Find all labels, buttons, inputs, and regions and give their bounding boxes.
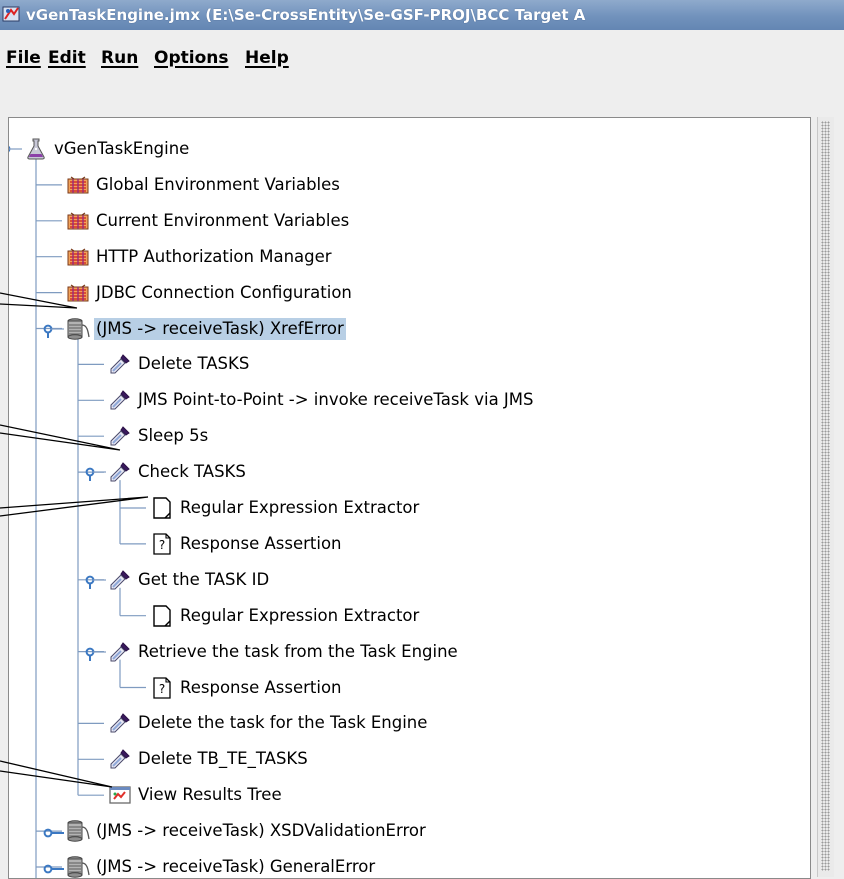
toolbar-area xyxy=(0,80,844,110)
tree-node[interactable]: ? Response Assertion xyxy=(9,530,799,558)
expanded-handle-icon[interactable] xyxy=(42,323,64,338)
tree-node[interactable]: Sleep 5s xyxy=(9,422,799,450)
menu-options[interactable]: Options xyxy=(154,48,228,68)
thread-group-spool-icon xyxy=(66,317,90,341)
tree-node[interactable]: ? Response Assertion xyxy=(9,674,799,702)
collapsed-handle-icon[interactable] xyxy=(42,861,64,875)
menu-run[interactable]: Run xyxy=(101,48,138,68)
tree-node-label: Delete TB_TE_TASKS xyxy=(138,749,308,769)
tree-node[interactable]: HTTP Authorization Manager xyxy=(9,243,799,271)
tree-node-label: Response Assertion xyxy=(180,677,342,697)
tree-node-label: JMS Point-to-Point -> invoke receiveTask… xyxy=(138,390,534,410)
flask-icon xyxy=(24,137,48,161)
tree-node[interactable]: Delete the task for the Task Engine xyxy=(9,709,799,737)
tree-node[interactable]: vGenTaskEngine xyxy=(9,135,799,163)
config-element-icon xyxy=(66,209,90,233)
pipette-sampler-icon xyxy=(108,352,132,376)
tree-node[interactable]: Delete TB_TE_TASKS xyxy=(9,745,799,773)
tree-node-label: Response Assertion xyxy=(180,533,342,553)
menu-help[interactable]: Help xyxy=(245,48,289,68)
tree-node-label: JDBC Connection Configuration xyxy=(96,282,352,302)
tree-node[interactable]: Get the TASK ID xyxy=(9,566,799,594)
tree-node[interactable]: (JMS -> receiveTask) XSDValidationError xyxy=(9,817,799,845)
expanded-handle-icon[interactable] xyxy=(84,646,106,661)
svg-text:?: ? xyxy=(159,538,165,552)
expanded-handle-icon[interactable] xyxy=(84,466,106,482)
collapsed-handle-icon[interactable] xyxy=(42,825,64,839)
tree-node[interactable]: Regular Expression Extractor xyxy=(9,602,799,630)
tree-vertical-scrollbar[interactable] xyxy=(817,117,834,877)
tree-node[interactable]: JDBC Connection Configuration xyxy=(9,279,799,307)
pipette-sampler-icon xyxy=(108,424,132,448)
menu-bar: File Edit Run Options Help xyxy=(0,42,844,78)
config-element-icon xyxy=(66,281,90,305)
tree-node-label: Current Environment Variables xyxy=(96,210,350,230)
tree-node-label: Delete TASKS xyxy=(138,354,250,374)
tree-node-label: Delete the task for the Task Engine xyxy=(138,713,428,733)
tree-node-label: Retrieve the task from the Task Engine xyxy=(138,641,458,661)
pipette-sampler-icon xyxy=(108,711,132,735)
tree-node-label: (JMS -> receiveTask) GeneralError xyxy=(96,857,376,876)
svg-text:?: ? xyxy=(159,682,165,696)
jmeter-app-icon xyxy=(2,4,22,28)
tree-node-label: Get the TASK ID xyxy=(138,569,270,589)
scrollbar-thumb[interactable] xyxy=(821,121,830,871)
tree-node[interactable]: JMS Point-to-Point -> invoke receiveTask… xyxy=(9,386,799,414)
config-element-icon xyxy=(66,173,90,197)
expanded-handle-icon[interactable] xyxy=(9,143,22,157)
menu-edit[interactable]: Edit xyxy=(48,48,86,68)
tree-node-label: (JMS -> receiveTask) XSDValidationError xyxy=(96,821,426,841)
pipette-sampler-icon xyxy=(108,568,132,592)
tree-node[interactable]: Check TASKS xyxy=(9,458,799,486)
tree-node[interactable]: Regular Expression Extractor xyxy=(9,494,799,522)
tree-node-label: Regular Expression Extractor xyxy=(180,498,420,517)
test-plan-tree[interactable]: vGenTaskEngine Global Environment Variabl… xyxy=(8,117,811,879)
tree-node[interactable]: Global Environment Variables xyxy=(9,171,799,199)
extractor-page-icon xyxy=(150,496,174,520)
tree-node-label: Regular Expression Extractor xyxy=(180,605,420,625)
tree-node-label: Global Environment Variables xyxy=(96,174,340,194)
tree-node[interactable]: (JMS -> receiveTask) XrefError xyxy=(9,315,799,343)
tree-node[interactable]: Delete TASKS xyxy=(9,350,799,378)
assertion-question-icon: ? xyxy=(150,676,174,700)
tree-node[interactable]: (JMS -> receiveTask) GeneralError xyxy=(9,853,799,878)
pipette-sampler-icon xyxy=(108,460,132,484)
tree-node[interactable]: Retrieve the task from the Task Engine xyxy=(9,638,799,666)
pipette-sampler-icon xyxy=(108,747,132,771)
tree-node-label: Sleep 5s xyxy=(138,426,209,446)
results-tree-icon xyxy=(108,783,132,807)
thread-group-spool-icon xyxy=(66,855,90,878)
assertion-question-icon: ? xyxy=(150,532,174,556)
tree-node[interactable]: Current Environment Variables xyxy=(9,207,799,235)
tree-node-label: (JMS -> receiveTask) XrefError xyxy=(94,317,346,340)
tree-node-label: vGenTaskEngine xyxy=(54,139,190,158)
window-titlebar[interactable]: vGenTaskEngine.jmx (E:\Se-CrossEntity\Se… xyxy=(0,0,844,30)
tree-node-label: HTTP Authorization Manager xyxy=(96,246,332,266)
pipette-sampler-icon xyxy=(108,640,132,664)
window-title: vGenTaskEngine.jmx (E:\Se-CrossEntity\Se… xyxy=(26,6,586,24)
config-element-icon xyxy=(66,245,90,269)
expanded-handle-icon[interactable] xyxy=(84,574,106,589)
menu-file[interactable]: File xyxy=(6,48,41,68)
tree-node-label: Check TASKS xyxy=(138,462,246,482)
thread-group-spool-icon xyxy=(66,819,90,843)
extractor-page-icon xyxy=(150,604,174,628)
pipette-sampler-icon xyxy=(108,388,132,412)
tree-node[interactable]: View Results Tree xyxy=(9,781,799,809)
tree-node-label: View Results Tree xyxy=(138,785,282,805)
